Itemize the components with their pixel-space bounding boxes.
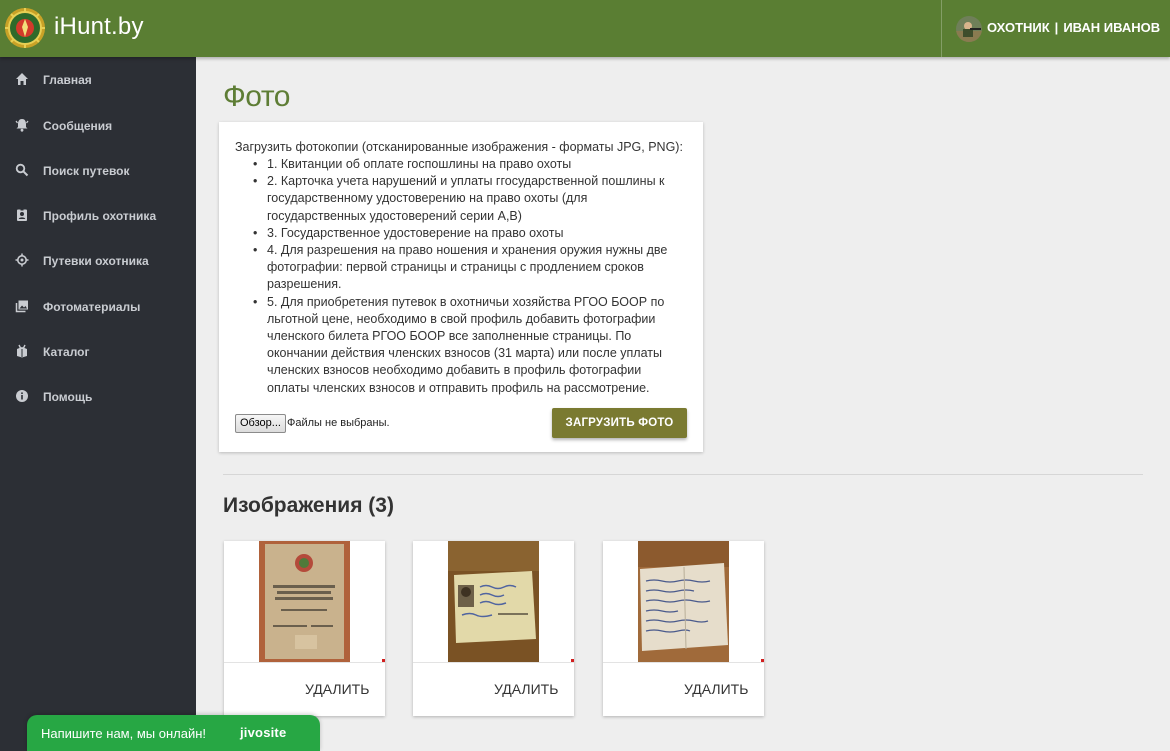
top-bar: iHunt.by ОХОТНИК | ИВАН ИВАНОВ [0,0,1170,57]
delete-photo-button[interactable]: УДАЛИТЬ [494,681,558,697]
sidebar-item-help[interactable]: Помощь [0,379,196,415]
sidebar-item-label: Фотоматериалы [43,300,141,314]
photo-card: УДАЛИТЬ [603,541,764,716]
card-divider [224,662,385,663]
user-menu[interactable]: ОХОТНИК | ИВАН ИВАНОВ [941,0,1170,57]
list-item: 1. Квитанции об оплате госпошлины на пра… [253,156,687,173]
brand-name[interactable]: iHunt.by [54,13,144,41]
upload-photo-button[interactable]: ЗАГРУЗИТЬ ФОТО [552,408,687,438]
photo-thumbnail[interactable] [448,541,539,662]
avatar[interactable] [956,16,982,42]
file-browse-button[interactable]: Обзор... [235,414,286,433]
card-divider [603,662,764,663]
user-info[interactable]: ОХОТНИК | ИВАН ИВАНОВ [987,20,1160,35]
sidebar-item-label: Сообщения [43,119,113,133]
sidebar-item-home[interactable]: Главная [0,62,196,98]
sidebar-item-label: Поиск путевок [43,164,130,178]
search-icon [15,163,29,177]
chat-brand-logo: jivosite [240,725,287,740]
sidebar-item-search-vouchers[interactable]: Поиск путевок [0,153,196,189]
file-status-text: Файлы не выбраны. [287,417,390,429]
sidebar-item-messages[interactable]: Сообщения [0,108,196,144]
list-item: 3. Государственное удостоверение на прав… [253,225,687,242]
catalog-icon [17,344,27,358]
upload-instructions-intro: Загрузить фотокопии (отсканированные изо… [235,140,683,154]
photo-card: УДАЛИТЬ [413,541,574,716]
upload-requirements-list: 1. Квитанции об оплате госпошлины на пра… [253,156,687,397]
photo-thumbnail[interactable] [259,541,350,662]
list-item: 5. Для приобретения путевок в охотничьи … [253,294,687,397]
sidebar-item-hunter-profile[interactable]: Профиль охотника [0,198,196,234]
photo-card: УДАЛИТЬ [224,541,385,716]
photos-icon [15,300,28,313]
card-divider [413,662,574,663]
profile-icon [17,208,27,221]
sidebar-item-label: Путевки охотника [43,254,149,268]
delete-photo-button[interactable]: УДАЛИТЬ [684,681,748,697]
sidebar-item-hunter-vouchers[interactable]: Путевки охотника [0,243,196,279]
logo-icon[interactable] [4,7,46,49]
info-icon [16,390,28,402]
delete-photo-button[interactable]: УДАЛИТЬ [305,681,369,697]
sidebar-item-label: Каталог [43,345,90,359]
target-icon [15,253,29,267]
sidebar-item-label: Главная [43,73,92,87]
user-name: ИВАН ИВАНОВ [1063,20,1161,35]
section-divider [223,474,1143,475]
sidebar: Главная Сообщения Поиск путевок Профиль … [0,57,196,751]
bell-icon [15,119,29,132]
sidebar-item-label: Профиль охотника [43,209,157,223]
chat-widget[interactable]: Напишите нам, мы онлайн! jivosite [27,715,320,751]
upload-card: Загрузить фотокопии (отсканированные изо… [219,122,703,452]
sidebar-item-catalog[interactable]: Каталог [0,334,196,370]
list-item: 4. Для разрешения на право ношения и хра… [253,242,687,294]
home-icon [16,73,28,85]
images-section-title: Изображения (3) [223,494,394,517]
chat-prompt[interactable]: Напишите нам, мы онлайн! [41,726,206,741]
user-role: ОХОТНИК [987,20,1050,35]
list-item: 2. Карточка учета нарушений и уплаты гго… [253,173,687,225]
sidebar-item-photos[interactable]: Фотоматериалы [0,289,196,325]
sidebar-item-label: Помощь [43,390,93,404]
user-separator: | [1054,20,1059,35]
page-title: Фото [223,80,290,113]
photo-thumbnail[interactable] [638,541,729,662]
